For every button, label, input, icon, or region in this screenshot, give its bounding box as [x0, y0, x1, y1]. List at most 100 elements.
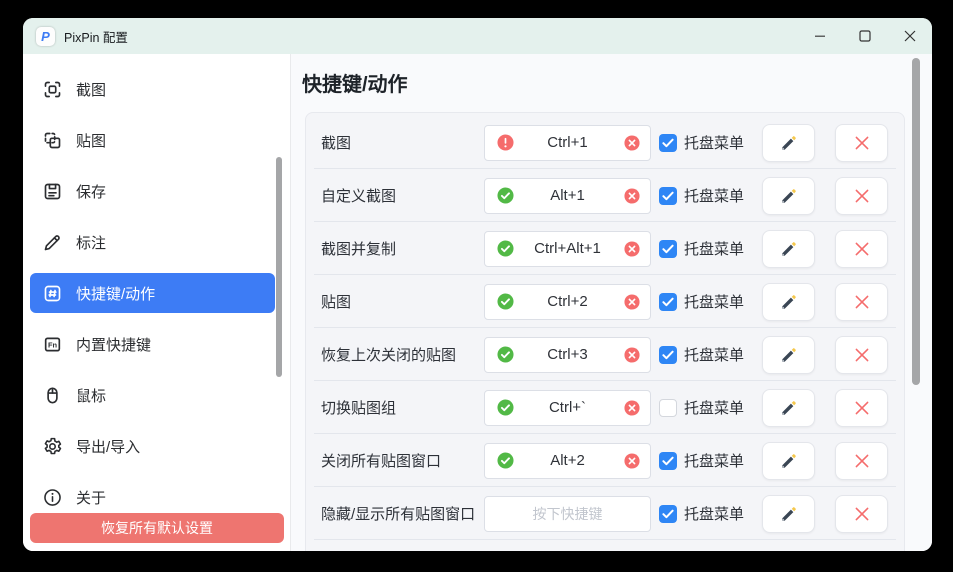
tray-menu-option: 托盘菜单 [659, 450, 744, 471]
titlebar: P PixPin 配置 [23, 18, 932, 54]
valid-icon [497, 452, 514, 469]
valid-icon [497, 346, 514, 363]
delete-x-icon [852, 504, 872, 524]
sidebar-item-label: 导出/导入 [76, 436, 140, 457]
shortcut-input[interactable]: Alt+2 [484, 443, 651, 479]
pencil-icon [779, 504, 799, 524]
clear-shortcut-icon[interactable] [624, 347, 640, 363]
tray-menu-label: 托盘菜单 [684, 291, 744, 312]
shortcut-row: 截图并复制Ctrl+Alt+1托盘菜单 [306, 222, 904, 275]
close-button[interactable] [887, 18, 932, 54]
shortcut-value: Ctrl+` [549, 399, 586, 416]
svg-text:Fn: Fn [48, 340, 58, 349]
delete-shortcut-button[interactable] [835, 389, 888, 427]
minimize-button[interactable] [797, 18, 842, 54]
action-label: 截图 [321, 132, 484, 153]
tray-menu-option: 托盘菜单 [659, 291, 744, 312]
tray-menu-checkbox[interactable] [659, 399, 677, 417]
sidebar-item-label: 内置快捷键 [76, 334, 151, 355]
shortcut-input[interactable]: Ctrl+3 [484, 337, 651, 373]
delete-shortcut-button[interactable] [835, 336, 888, 374]
delete-x-icon [852, 398, 872, 418]
shortcut-input[interactable]: Ctrl+2 [484, 284, 651, 320]
maximize-icon [860, 31, 870, 41]
shortcut-row: 截图 Ctrl+1 托盘菜单 [306, 116, 904, 169]
shortcut-input[interactable]: Alt+1 [484, 178, 651, 214]
valid-icon [497, 187, 514, 204]
tray-menu-checkbox[interactable] [659, 452, 677, 470]
delete-shortcut-button[interactable] [835, 442, 888, 480]
delete-shortcut-button[interactable] [835, 283, 888, 321]
tray-menu-label: 托盘菜单 [684, 238, 744, 259]
clear-shortcut-icon[interactable] [624, 294, 640, 310]
tray-menu-checkbox[interactable] [659, 240, 677, 258]
tray-menu-label: 托盘菜单 [684, 503, 744, 524]
maximize-button[interactable] [842, 18, 887, 54]
sidebar-item-9[interactable]: 关于 [30, 477, 275, 517]
shortcut-row: 贴图Ctrl+2托盘菜单 [306, 275, 904, 328]
edit-shortcut-button[interactable] [762, 442, 815, 480]
clear-shortcut-icon[interactable] [624, 135, 640, 151]
reset-defaults-button[interactable]: 恢复所有默认设置 [30, 513, 284, 543]
tray-menu-label: 托盘菜单 [684, 450, 744, 471]
shortcut-input[interactable]: Ctrl+Alt+1 [484, 231, 651, 267]
clear-shortcut-icon[interactable] [624, 453, 640, 469]
edit-shortcut-button[interactable] [762, 177, 815, 215]
page-title: 快捷键/动作 [302, 68, 408, 97]
pencil-icon [779, 186, 799, 206]
mouse-icon [42, 385, 63, 406]
sidebar-item-5[interactable]: 快捷键/动作 [30, 273, 275, 313]
sidebar-item-8[interactable]: 导出/导入 [30, 426, 275, 466]
sidebar-item-4[interactable]: 标注 [30, 222, 275, 262]
tray-menu-checkbox[interactable] [659, 346, 677, 364]
edit-shortcut-button[interactable] [762, 336, 815, 374]
shortcut-row: 关闭所有贴图窗口Alt+2 托盘菜单 [306, 434, 904, 487]
clear-shortcut-icon[interactable] [624, 241, 640, 257]
delete-shortcut-button[interactable] [835, 495, 888, 533]
action-label: 切换贴图组 [321, 397, 484, 418]
tray-menu-option: 托盘菜单 [659, 185, 744, 206]
tray-menu-checkbox[interactable] [659, 505, 677, 523]
action-label: 关闭所有贴图窗口 [321, 450, 484, 471]
main-content: 快捷键/动作 截图Ctrl+1托盘菜单自定义截图Alt+1托盘菜单截图并复制Ct… [291, 54, 932, 551]
sidebar-item-3[interactable]: 保存 [30, 171, 275, 211]
clear-shortcut-icon[interactable] [624, 188, 640, 204]
sidebar-item-2[interactable]: 贴图 [30, 120, 275, 160]
edit-shortcut-button[interactable] [762, 230, 815, 268]
pencil-icon [779, 239, 799, 259]
shortcut-value: Ctrl+1 [547, 134, 587, 151]
save-icon [42, 181, 63, 202]
edit-shortcut-button[interactable] [762, 283, 815, 321]
tray-menu-option: 托盘菜单 [659, 503, 744, 524]
edit-shortcut-button[interactable] [762, 389, 815, 427]
sidebar-item-1[interactable]: 截图 [30, 69, 275, 109]
main-scrollbar[interactable] [912, 58, 920, 385]
shortcut-row: 恢复上次关闭的贴图Ctrl+3托盘菜单 [306, 328, 904, 381]
tray-menu-label: 托盘菜单 [684, 397, 744, 418]
shortcut-input[interactable]: Ctrl+` [484, 390, 651, 426]
info-icon [42, 487, 63, 508]
close-icon [905, 31, 915, 41]
window-body: 截图贴图保存标注快捷键/动作Fn内置快捷键鼠标导出/导入关于 恢复所有默认设置 … [23, 54, 932, 551]
shortcut-input[interactable]: 按下快捷键 [484, 496, 651, 532]
valid-icon [497, 240, 514, 257]
sidebar-item-6[interactable]: Fn 内置快捷键 [30, 324, 275, 364]
edit-shortcut-button[interactable] [762, 495, 815, 533]
shortcut-input[interactable]: Ctrl+1 [484, 125, 651, 161]
sidebar-item-7[interactable]: 鼠标 [30, 375, 275, 415]
tray-menu-checkbox[interactable] [659, 187, 677, 205]
tray-menu-option: 托盘菜单 [659, 238, 744, 259]
delete-shortcut-button[interactable] [835, 177, 888, 215]
conflict-icon [497, 134, 514, 151]
delete-shortcut-button[interactable] [835, 230, 888, 268]
window-controls [797, 18, 932, 54]
gear-icon [42, 436, 63, 457]
delete-shortcut-button[interactable] [835, 124, 888, 162]
shortcut-value: Ctrl+3 [547, 346, 587, 363]
clear-shortcut-icon[interactable] [624, 400, 640, 416]
sidebar-scrollbar[interactable] [276, 157, 282, 377]
tray-menu-label: 托盘菜单 [684, 132, 744, 153]
tray-menu-checkbox[interactable] [659, 134, 677, 152]
tray-menu-checkbox[interactable] [659, 293, 677, 311]
edit-shortcut-button[interactable] [762, 124, 815, 162]
